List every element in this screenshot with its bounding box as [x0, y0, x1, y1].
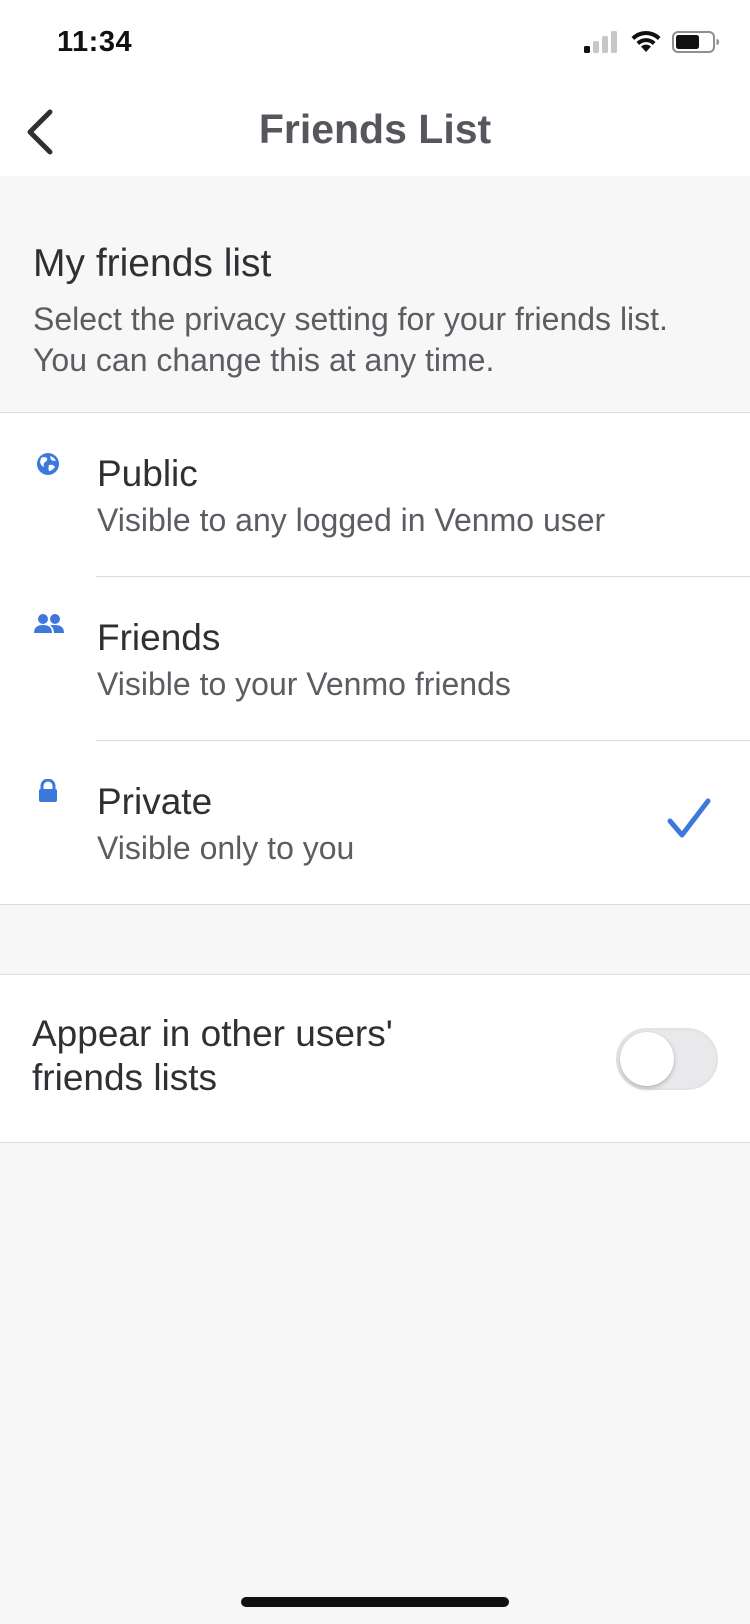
battery-icon — [672, 31, 719, 53]
globe-icon — [32, 448, 64, 480]
toggle-label: Appear in other users' friends lists — [32, 1013, 393, 1098]
people-icon — [32, 608, 66, 640]
status-time: 11:34 — [57, 26, 133, 58]
toggle-knob — [620, 1032, 674, 1086]
status-icons — [584, 30, 720, 54]
intro-section: My friends list Select the privacy setti… — [0, 176, 750, 413]
option-private[interactable]: Private Visible only to you — [0, 741, 750, 905]
option-subtitle: Visible to any logged in Venmo user — [97, 502, 606, 538]
navigation-bar: Friends List — [0, 88, 750, 176]
option-title: Public — [97, 453, 198, 494]
option-title: Friends — [97, 617, 221, 658]
appear-in-friends-lists-row: Appear in other users' friends lists — [0, 975, 750, 1143]
option-title: Private — [97, 781, 213, 822]
option-public[interactable]: Public Visible to any logged in Venmo us… — [0, 413, 750, 577]
lock-icon — [32, 775, 64, 807]
cellular-signal-icon — [584, 31, 617, 53]
wifi-icon — [631, 30, 661, 52]
home-indicator — [241, 1597, 509, 1607]
section-heading: My friends list — [33, 242, 272, 285]
checkmark-icon — [667, 798, 711, 838]
page-title: Friends List — [258, 106, 492, 152]
status-bar: 11:34 — [0, 0, 750, 88]
section-spacer — [0, 905, 750, 975]
option-subtitle: Visible to your Venmo friends — [97, 666, 511, 702]
appear-in-friends-lists-toggle[interactable] — [616, 1028, 718, 1090]
option-friends[interactable]: Friends Visible to your Venmo friends — [0, 577, 750, 741]
option-subtitle: Visible only to you — [97, 830, 355, 866]
privacy-options-list: Public Visible to any logged in Venmo us… — [0, 413, 750, 905]
section-description: Select the privacy setting for your frie… — [33, 301, 668, 378]
